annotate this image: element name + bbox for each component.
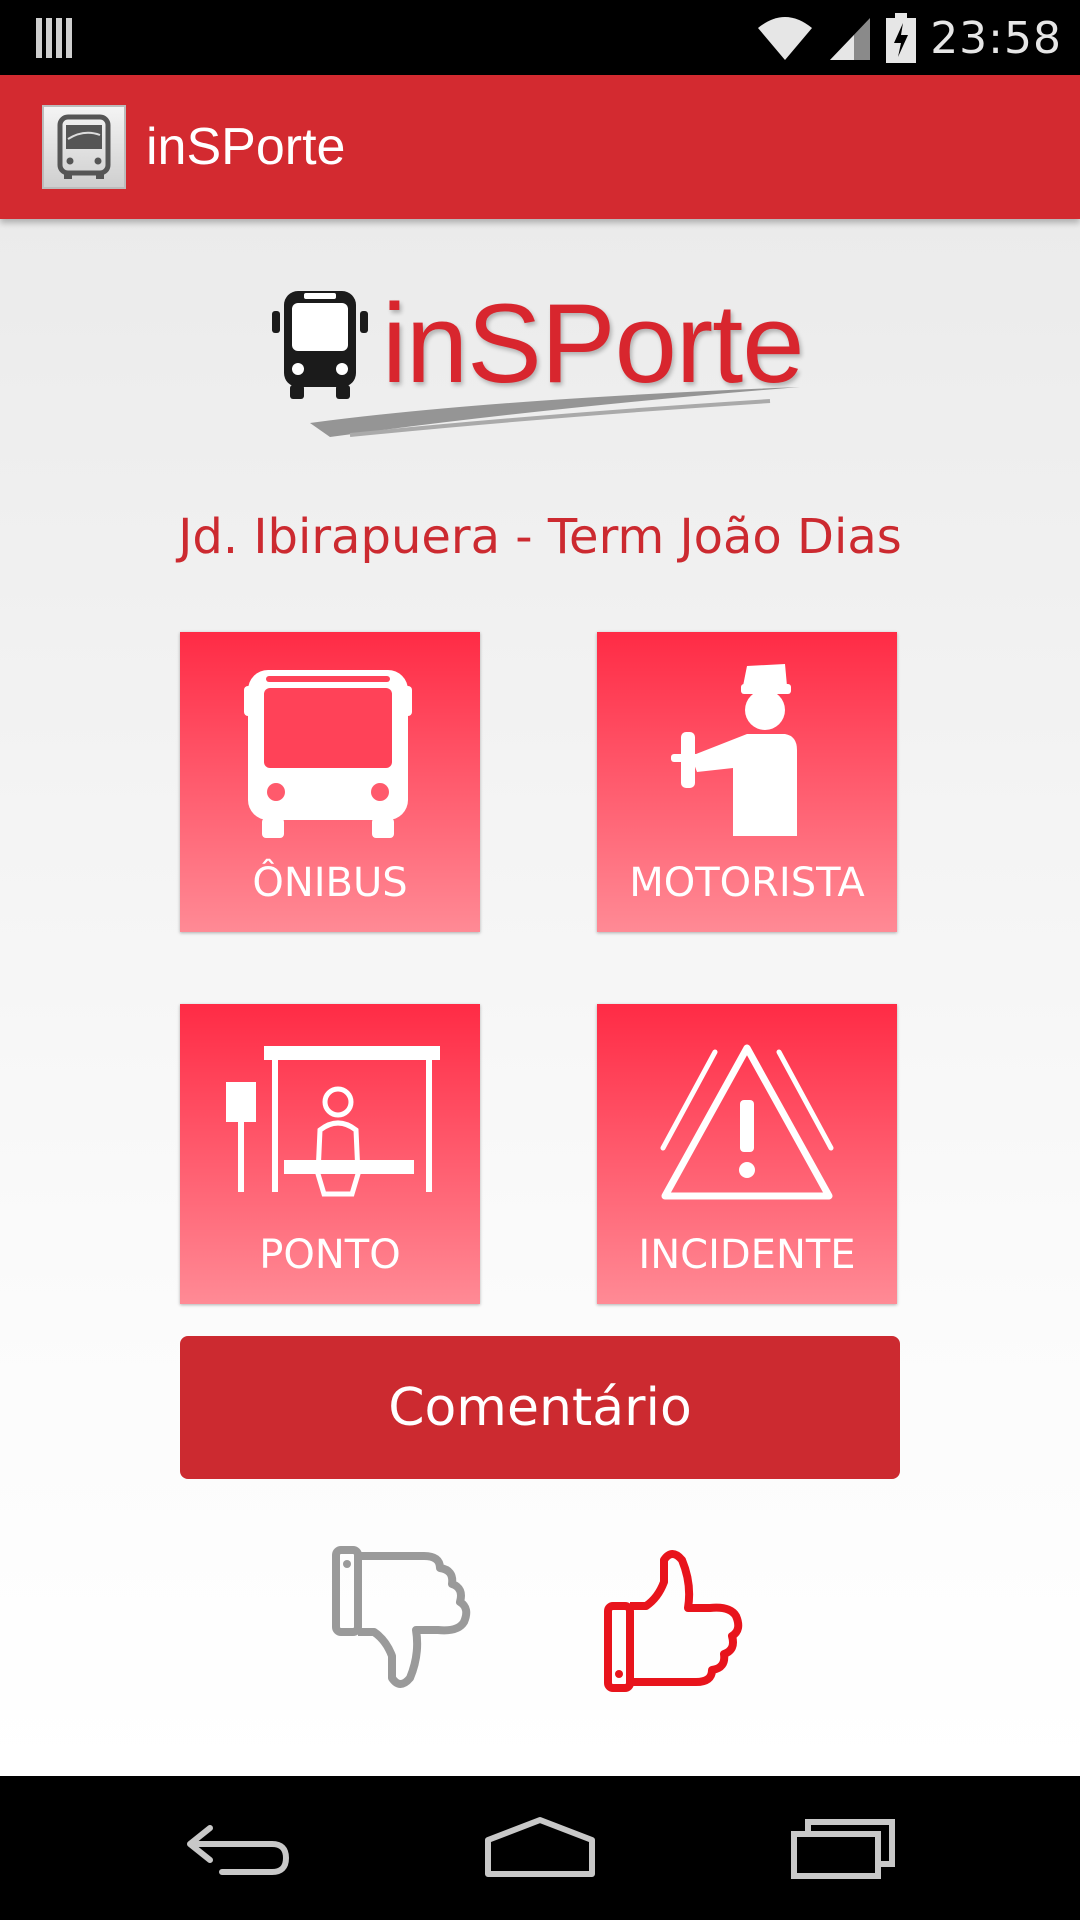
navigation-bar — [0, 1776, 1080, 1920]
action-bar: inSPorte — [0, 75, 1080, 219]
main-content: inSPorte Jd. Ibirapuera - Term João Dias… — [0, 219, 1080, 1776]
notification-bars-icon — [36, 18, 72, 58]
tile-incidente[interactable]: INCIDENTE — [597, 1004, 897, 1304]
back-icon[interactable] — [180, 1812, 300, 1884]
wifi-icon — [758, 17, 813, 60]
tile-label: INCIDENTE — [638, 1232, 856, 1278]
status-bar: 23:58 — [0, 0, 1080, 75]
logo-swoosh — [310, 387, 800, 437]
screen: 23:58 inSPorte inSPorte Jd. Ibirapuera -… — [0, 0, 1080, 1920]
comment-button[interactable]: Comentário — [180, 1336, 900, 1479]
tile-motorista[interactable]: MOTORISTA — [597, 632, 897, 932]
battery-charging-icon — [886, 13, 917, 63]
tile-onibus[interactable]: ÔNIBUS — [180, 632, 480, 932]
thumbs-up-icon[interactable] — [600, 1544, 750, 1694]
tile-label: MOTORISTA — [629, 860, 865, 906]
route-name: Jd. Ibirapuera - Term João Dias — [178, 509, 902, 565]
recent-apps-icon[interactable] — [780, 1812, 900, 1884]
tile-label: ÔNIBUS — [252, 860, 408, 906]
clock: 23:58 — [930, 12, 1062, 64]
app-logo: inSPorte — [270, 279, 810, 449]
tile-ponto[interactable]: PONTO — [180, 1004, 480, 1304]
app-title: inSPorte — [146, 118, 346, 176]
signal-icon — [830, 18, 871, 60]
bus-app-icon[interactable] — [42, 105, 126, 189]
thumbs-down-icon[interactable] — [328, 1544, 478, 1694]
tile-label: PONTO — [259, 1232, 401, 1278]
home-icon[interactable] — [480, 1812, 600, 1884]
